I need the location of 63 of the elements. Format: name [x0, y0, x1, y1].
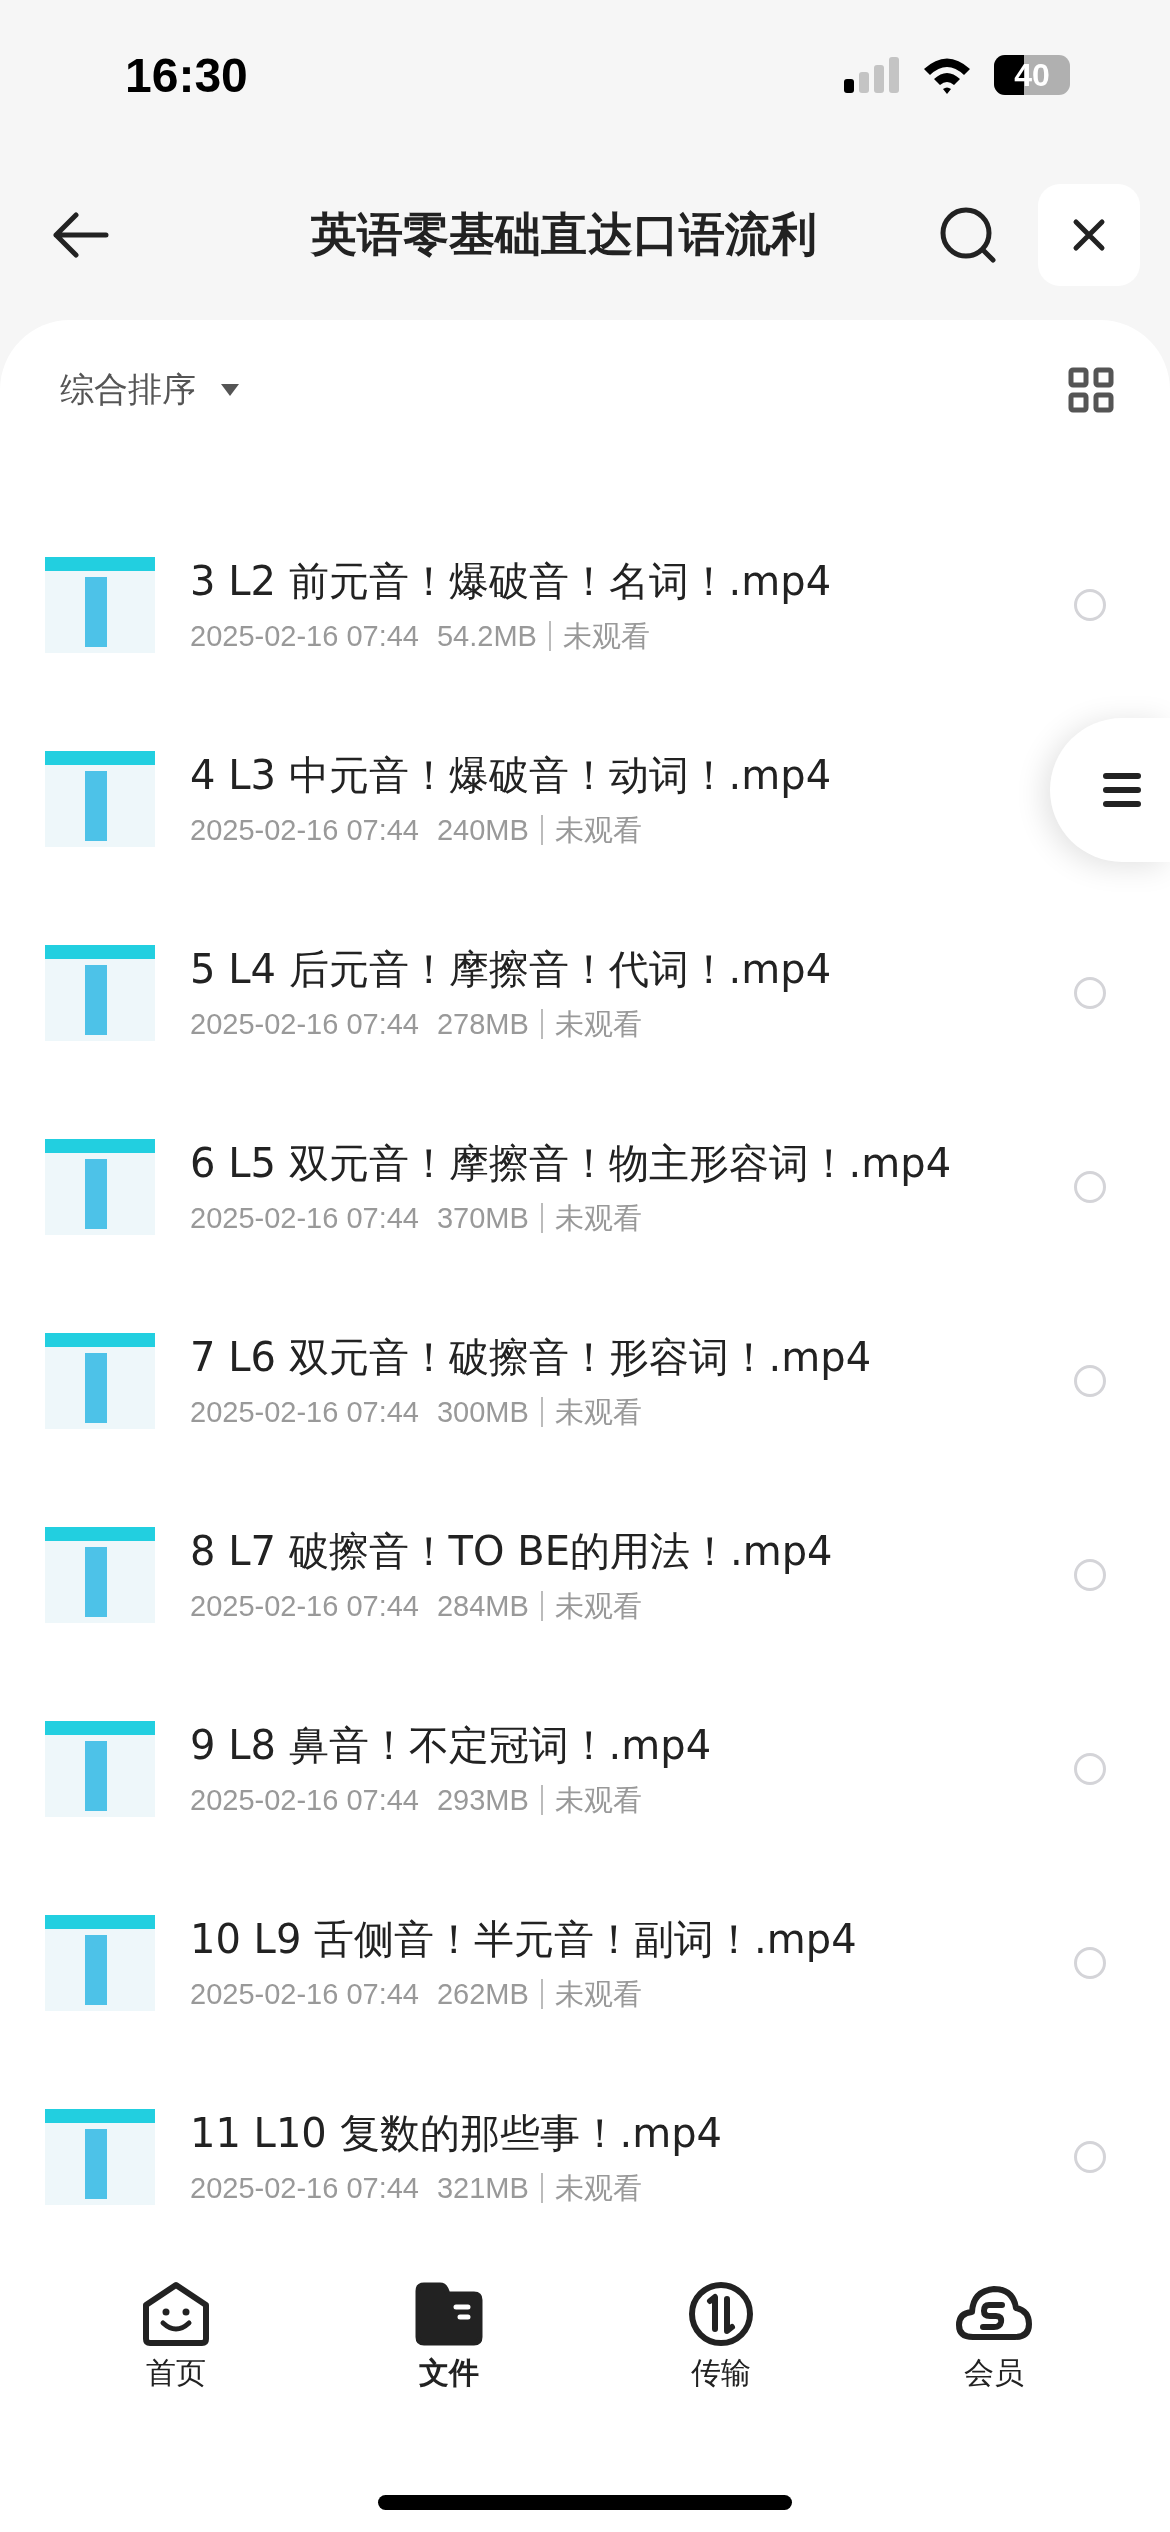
file-name[interactable]: 9 L8 鼻音！不定冠词！.mp4 [190, 1716, 960, 1774]
file-date: 2025-02-16 07:44 [190, 1783, 419, 1818]
file-name[interactable]: 3 L2 前元音！爆破音！名词！.mp4 [190, 552, 960, 610]
select-radio[interactable] [1074, 977, 1106, 1009]
nav-tab[interactable]: 传输 [641, 2279, 802, 2395]
file-size: 284MB [437, 1589, 529, 1624]
file-size: 370MB [437, 1201, 529, 1236]
watch-status: 未观看 [554, 1007, 642, 1042]
file-size: 293MB [437, 1783, 529, 1818]
close-button[interactable] [1038, 184, 1140, 286]
grid-view-icon[interactable] [1068, 367, 1114, 413]
close-icon [1072, 218, 1106, 252]
file-name[interactable]: 5 L4 后元音！摩擦音！代词！.mp4 [190, 940, 960, 998]
file-date: 2025-02-16 07:44 [190, 1201, 419, 1236]
file-name[interactable]: 4 L3 中元音！爆破音！动词！.mp4 [190, 746, 960, 804]
wifi-icon [922, 56, 972, 94]
file-name[interactable]: 8 L7 破擦音！TO BE的用法！.mp4 [190, 1522, 960, 1580]
folder-icon [413, 2280, 484, 2347]
watch-status: 未观看 [554, 1395, 642, 1430]
file-date: 2025-02-16 07:44 [190, 1395, 419, 1430]
select-radio[interactable] [1074, 1947, 1106, 1979]
status-time: 16:30 [125, 47, 248, 103]
file-name[interactable]: 11 L10 复数的那些事！.mp4 [190, 2104, 960, 2162]
select-radio[interactable] [1074, 1365, 1106, 1397]
watch-status: 未观看 [554, 1783, 642, 1818]
select-radio[interactable] [1074, 1753, 1106, 1785]
file-date: 2025-02-16 07:44 [190, 619, 419, 654]
file-date: 2025-02-16 07:44 [190, 1007, 419, 1042]
file-size: 262MB [437, 1977, 529, 2012]
select-radio[interactable] [1074, 2141, 1106, 2173]
page-title: 英语零基础直达口语流利 [309, 206, 818, 263]
file-size: 300MB [437, 1395, 529, 1430]
file-name[interactable]: 6 L5 双元音！摩擦音！物主形容词！.mp4 [190, 1134, 960, 1192]
file-date: 2025-02-16 07:44 [190, 1977, 419, 2012]
watch-status: 未观看 [562, 619, 650, 654]
select-radio[interactable] [1074, 1559, 1106, 1591]
watch-status: 未观看 [554, 1977, 642, 2012]
sort-dropdown[interactable]: 综合排序 [60, 367, 240, 413]
file-size: 54.2MB [437, 619, 537, 654]
search-icon[interactable] [938, 205, 998, 265]
file-size: 278MB [437, 1007, 529, 1042]
file-date: 2025-02-16 07:44 [190, 2171, 419, 2206]
menu-button[interactable] [1050, 718, 1170, 862]
menu-icon [1102, 772, 1142, 808]
caret-icon [220, 383, 240, 397]
file-size: 321MB [437, 2171, 529, 2206]
file-name[interactable]: 10 L9 舌侧音！半元音！副词！.mp4 [190, 1910, 960, 1968]
watch-status: 未观看 [554, 1589, 642, 1624]
watch-status: 未观看 [554, 2171, 642, 2206]
file-date: 2025-02-16 07:44 [190, 813, 419, 848]
select-radio[interactable] [1074, 1171, 1106, 1203]
nav-tab[interactable]: 文件 [368, 2279, 529, 2395]
home-icon [141, 2280, 212, 2347]
watch-status: 未观看 [554, 1201, 642, 1236]
file-size: 240MB [437, 813, 529, 848]
signal-icon [844, 57, 900, 93]
back-arrow-icon[interactable] [50, 211, 110, 259]
nav-tab[interactable]: 会员 [913, 2279, 1074, 2395]
file-date: 2025-02-16 07:44 [190, 1589, 419, 1624]
file-name[interactable]: 7 L6 双元音！破擦音！形容词！.mp4 [190, 1328, 960, 1386]
nav-tab[interactable]: 首页 [96, 2279, 257, 2395]
watch-status: 未观看 [554, 813, 642, 848]
select-radio[interactable] [1074, 589, 1106, 621]
